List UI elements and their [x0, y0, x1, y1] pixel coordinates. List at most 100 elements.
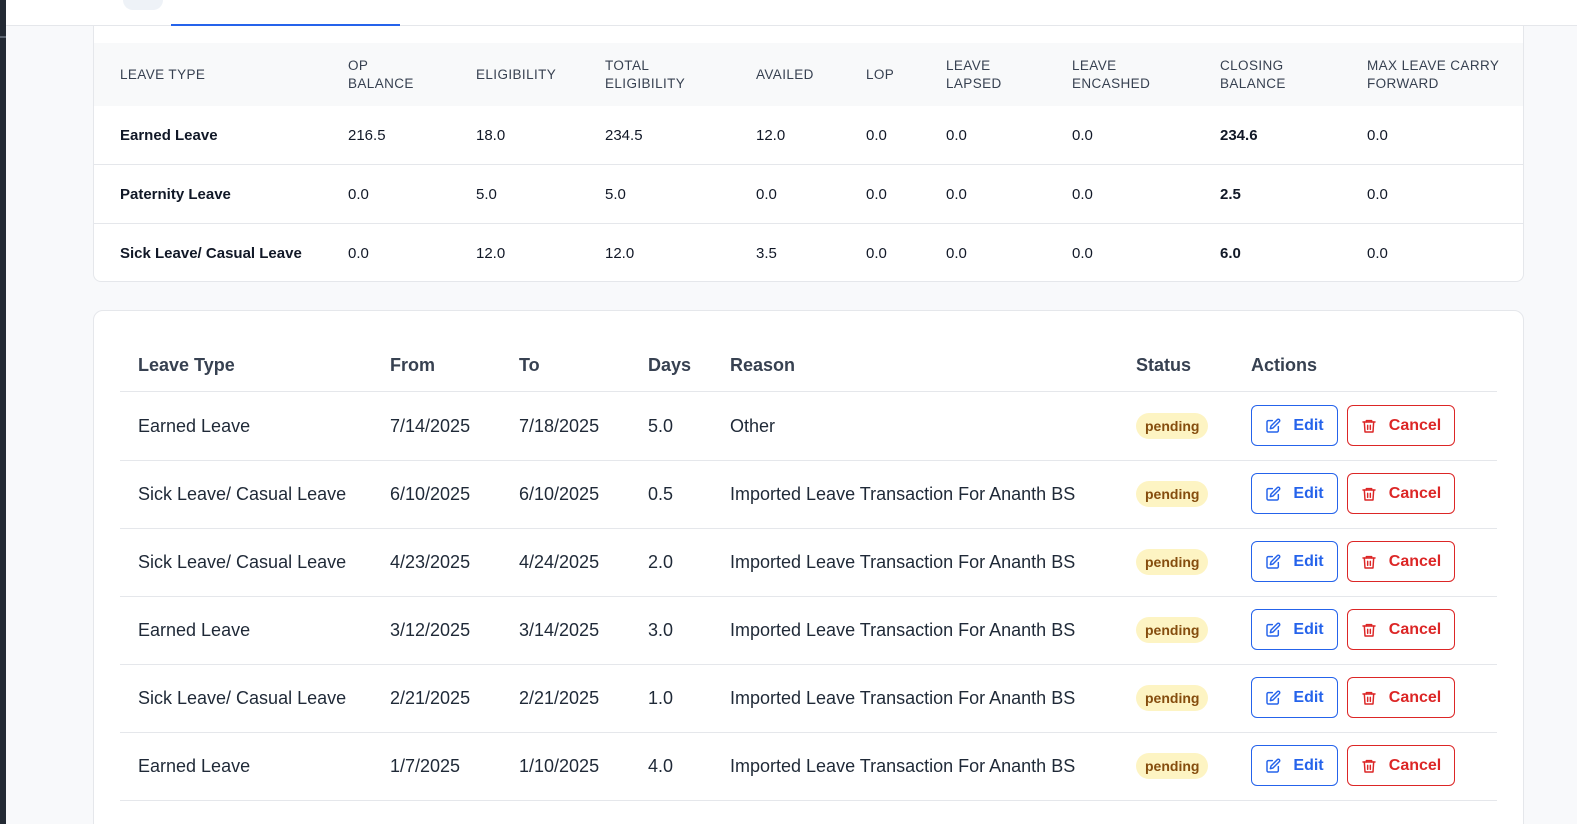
request-cell-reason: Imported Leave Transaction For Ananth BS [730, 620, 1076, 640]
edit-button-label: Edit [1293, 484, 1324, 502]
request-cell-leave-type: Earned Leave [138, 416, 251, 436]
request-cell-days: 1.0 [648, 688, 674, 708]
edit-icon [1266, 690, 1281, 705]
trash-icon [1362, 623, 1376, 637]
col-closing-balance: CLOSING BALANCE [1220, 58, 1286, 91]
cancel-button[interactable]: Cancel [1347, 541, 1455, 582]
edit-button[interactable]: Edit [1251, 541, 1338, 582]
table-row: Sick Leave/ Casual Leave 4/23/2025 4/24/20… [94, 528, 1523, 596]
edit-button-label: Edit [1293, 416, 1324, 434]
trash-icon [1362, 487, 1376, 501]
edit-icon [1266, 554, 1281, 569]
left-edge-divider [0, 0, 6, 824]
request-cell-leave-type: Sick Leave/ Casual Leave [138, 484, 347, 504]
request-cell-to: 1/10/2025 [519, 756, 600, 776]
edit-button[interactable]: Edit [1251, 405, 1338, 446]
col-actions: Actions [1251, 355, 1318, 375]
summary-cell-leave-encashed: 0.0 [1072, 186, 1093, 203]
col-eligibility: ELIGIBILITY [476, 67, 557, 82]
request-cell-to: 2/21/2025 [519, 688, 600, 708]
request-cell-from: 6/10/2025 [390, 484, 471, 504]
trash-icon [1362, 691, 1376, 705]
cancel-button[interactable]: Cancel [1347, 405, 1455, 446]
edit-button-label: Edit [1293, 620, 1324, 638]
leave-requests-card: Leave Type From To Days Reason Status Ac… [93, 310, 1524, 824]
cancel-button[interactable]: Cancel [1347, 473, 1455, 514]
request-cell-to: 4/24/2025 [519, 552, 600, 572]
request-cell-reason: Imported Leave Transaction For Ananth BS [730, 756, 1076, 776]
request-cell-reason: Imported Leave Transaction For Ananth BS [730, 484, 1076, 504]
request-cell-days: 0.5 [648, 484, 674, 504]
summary-cell-eligibility: 12.0 [476, 245, 506, 262]
summary-cell-availed: 0.0 [756, 186, 777, 203]
summary-cell-max-carry-forward: 0.0 [1367, 245, 1388, 262]
summary-cell-leave-encashed: 0.0 [1072, 245, 1093, 262]
request-cell-to: 7/18/2025 [519, 416, 600, 436]
summary-cell-leave-type: Paternity Leave [120, 186, 231, 203]
request-cell-days: 2.0 [648, 552, 674, 572]
cancel-button-label: Cancel [1388, 484, 1442, 502]
request-cell-reason: Other [730, 416, 776, 436]
row-divider [120, 800, 1497, 801]
summary-cell-availed: 12.0 [756, 127, 786, 144]
request-cell-to: 3/14/2025 [519, 620, 600, 640]
summary-row: Sick Leave/ Casual Leave 0.0 12.0 12.0 3.5 0.… [94, 224, 1523, 281]
status-badge: pending [1136, 617, 1209, 643]
status-badge: pending [1136, 413, 1209, 439]
top-bar [6, 0, 1577, 26]
trash-icon [1362, 555, 1376, 569]
summary-cell-eligibility: 18.0 [476, 127, 506, 144]
edit-icon [1266, 622, 1281, 637]
summary-cell-leave-encashed: 0.0 [1072, 127, 1093, 144]
edit-button[interactable]: Edit [1251, 609, 1338, 650]
request-cell-to: 6/10/2025 [519, 484, 600, 504]
summary-cell-availed: 3.5 [756, 245, 777, 262]
status-badge: pending [1136, 549, 1209, 575]
col-op-balance: OP BALANCE [348, 58, 414, 91]
status-badge: pending [1136, 481, 1209, 507]
request-cell-days: 4.0 [648, 756, 674, 776]
table-row: Sick Leave/ Casual Leave 2/21/2025 2/21/20… [94, 664, 1523, 732]
col-max-carry-forward: MAX LEAVE CARRY FORWARD [1367, 58, 1500, 91]
status-badge: pending [1136, 685, 1209, 711]
summary-cell-total-eligibility: 5.0 [605, 186, 626, 203]
request-cell-reason: Imported Leave Transaction For Ananth BS [730, 552, 1076, 572]
table-row: Sick Leave/ Casual Leave 6/10/2025 6/10/20… [94, 460, 1523, 528]
summary-cell-leave-lapsed: 0.0 [946, 127, 967, 144]
col-leave-lapsed: LEAVE LAPSED [946, 58, 1002, 91]
summary-cell-lop: 0.0 [866, 127, 887, 144]
summary-cell-leave-type: Earned Leave [120, 127, 218, 144]
cancel-button-label: Cancel [1388, 620, 1442, 638]
edit-button[interactable]: Edit [1251, 473, 1338, 514]
request-cell-from: 7/14/2025 [390, 416, 471, 436]
summary-row: Paternity Leave 0.0 5.0 5.0 0.0 0.0 0.0 0.0 2.5 0… [94, 165, 1523, 224]
request-cell-leave-type: Earned Leave [138, 756, 251, 776]
edit-button[interactable]: Edit [1251, 677, 1338, 718]
summary-cell-total-eligibility: 234.5 [605, 127, 643, 144]
col-reason: Reason [730, 355, 796, 375]
request-cell-leave-type: Earned Leave [138, 620, 251, 640]
request-cell-from: 4/23/2025 [390, 552, 471, 572]
edit-button[interactable]: Edit [1251, 745, 1338, 786]
col-status: Status [1136, 355, 1192, 375]
leave-balance-summary-card: LEAVE TYPE OP BALANCE ELIGIBILITY TOTAL … [93, 26, 1524, 282]
request-cell-days: 3.0 [648, 620, 674, 640]
summary-cell-lop: 0.0 [866, 245, 887, 262]
col-to: To [519, 355, 540, 375]
summary-cell-closing-balance: 234.6 [1220, 127, 1258, 144]
cancel-button[interactable]: Cancel [1347, 609, 1455, 650]
col-leave-type: Leave Type [138, 355, 235, 375]
summary-cell-op-balance: 216.5 [348, 127, 386, 144]
col-leave-type: LEAVE TYPE [120, 67, 206, 82]
tab-pill[interactable] [123, 0, 163, 10]
summary-cell-max-carry-forward: 0.0 [1367, 127, 1388, 144]
edit-button-label: Edit [1293, 688, 1324, 706]
edit-icon [1266, 486, 1281, 501]
summary-cell-closing-balance: 6.0 [1220, 245, 1241, 262]
cancel-button[interactable]: Cancel [1347, 677, 1455, 718]
cancel-button[interactable]: Cancel [1347, 745, 1455, 786]
col-availed: AVAILED [756, 67, 814, 82]
summary-cell-lop: 0.0 [866, 186, 887, 203]
trash-icon [1362, 759, 1376, 773]
summary-cell-eligibility: 5.0 [476, 186, 497, 203]
